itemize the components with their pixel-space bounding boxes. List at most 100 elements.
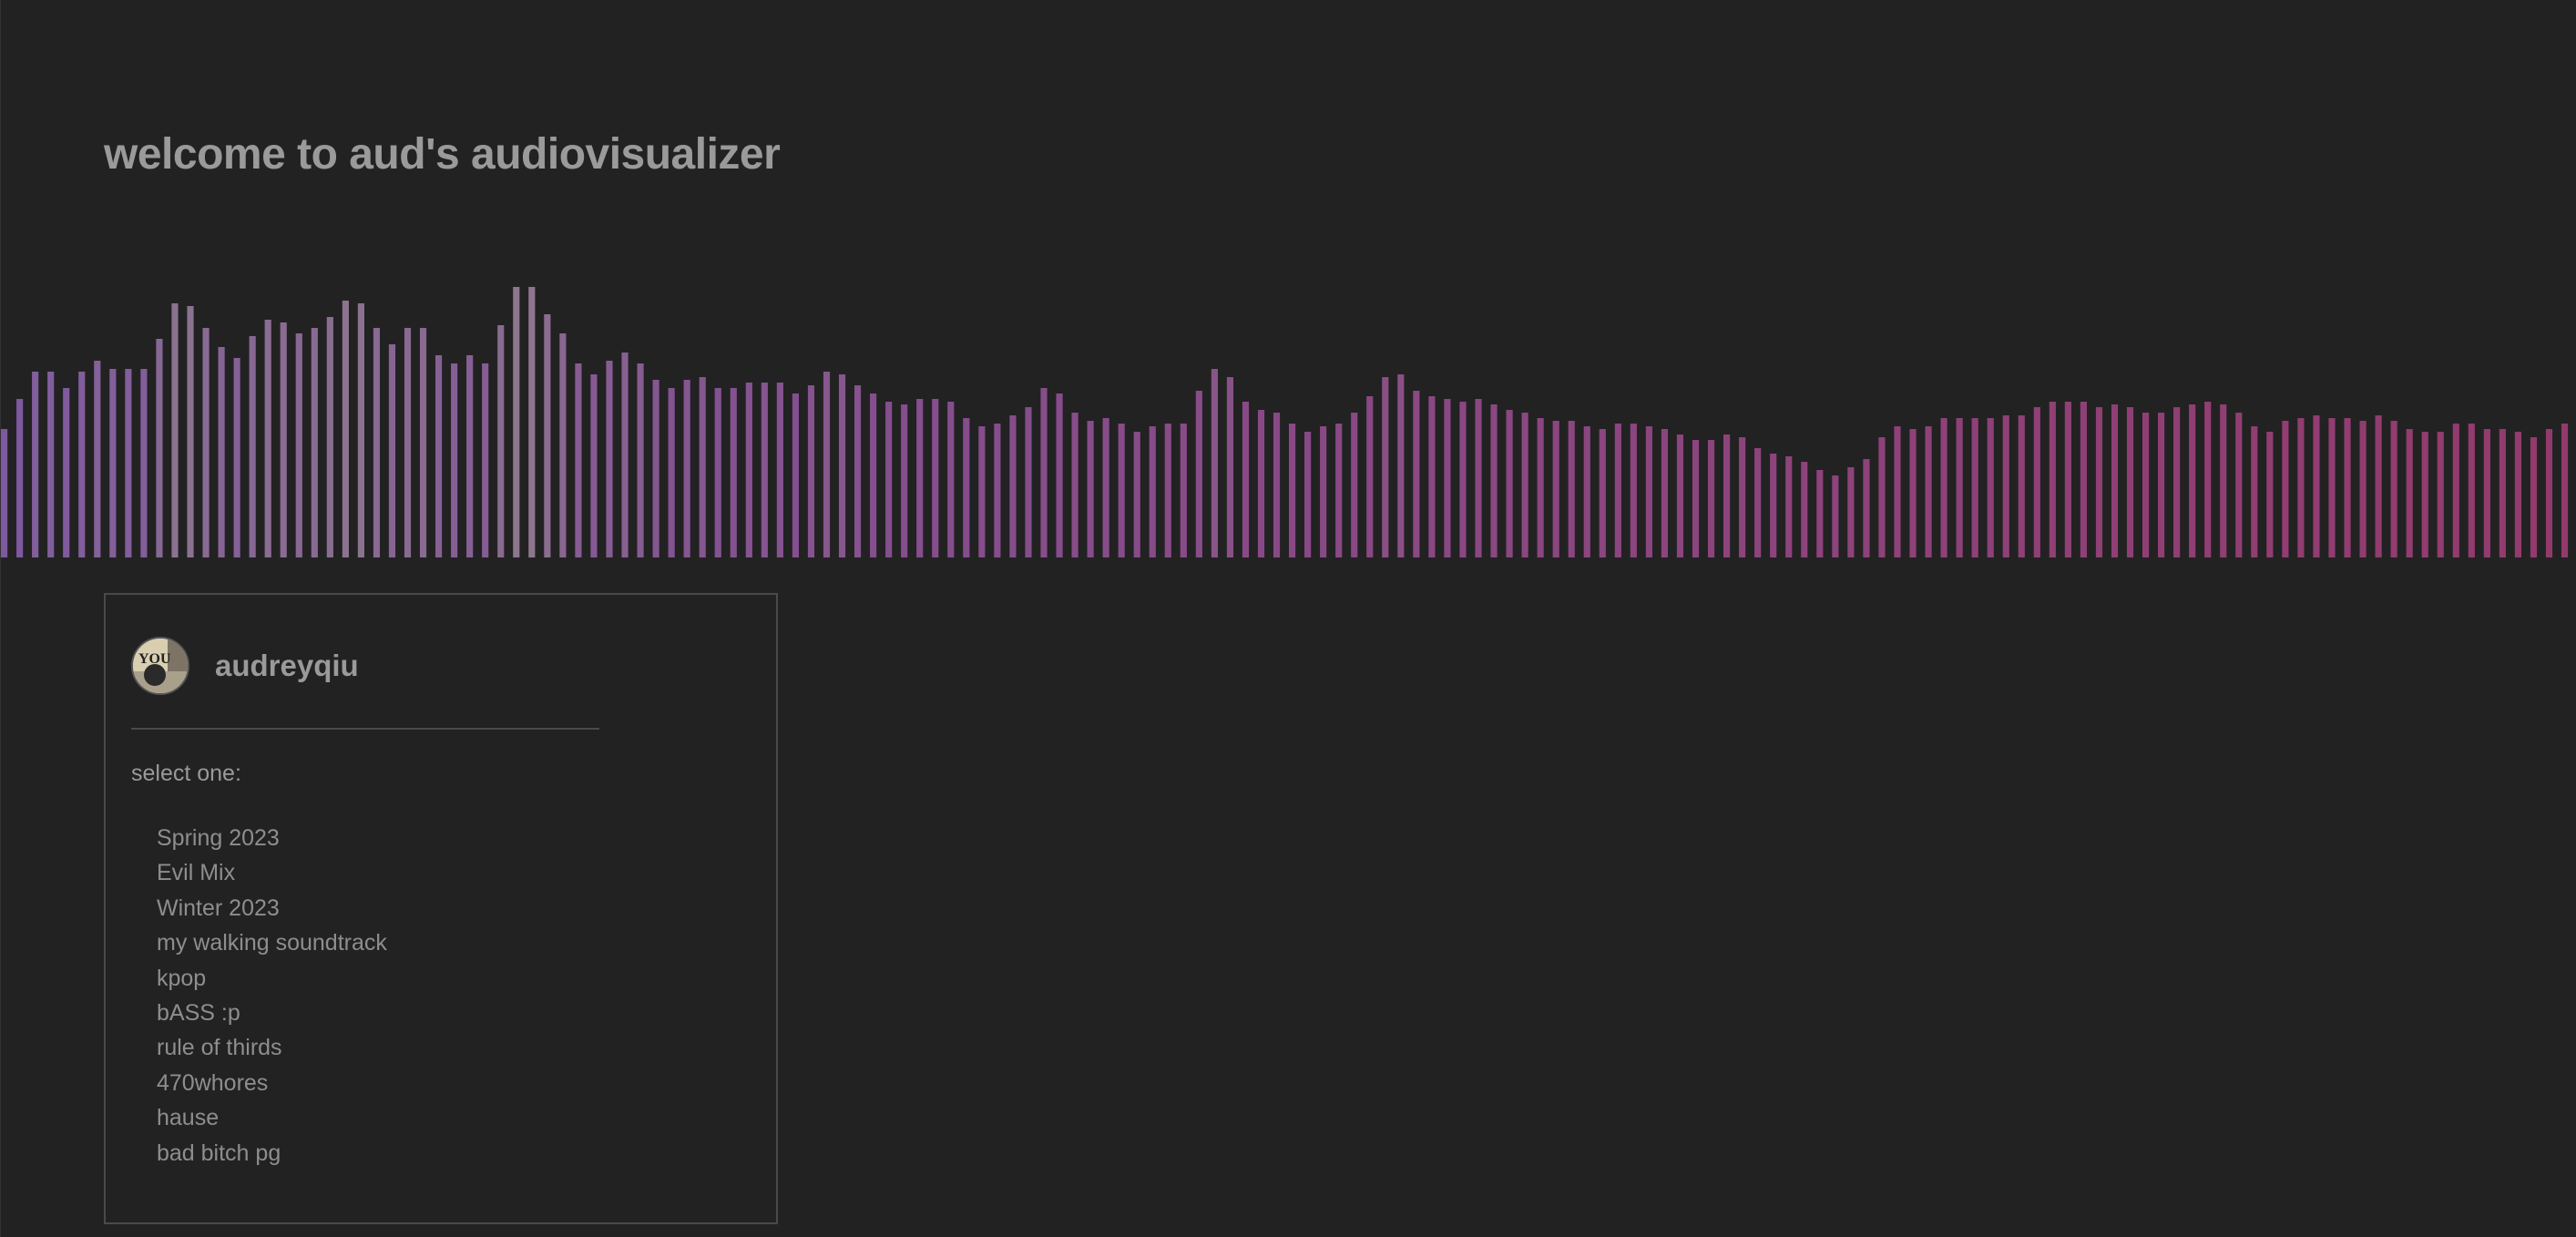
page-title: welcome to aud's audiovisualizer xyxy=(104,130,781,179)
visualizer-bar xyxy=(1195,391,1202,557)
playlist-item-my-walking-soundtrack[interactable]: my walking soundtrack xyxy=(157,925,387,960)
visualizer-bar xyxy=(807,385,815,557)
visualizer-bar xyxy=(1164,424,1171,557)
playlist-item-hause[interactable]: hause xyxy=(157,1100,387,1135)
visualizer-bar xyxy=(388,344,396,557)
visualizer-bar xyxy=(2158,413,2165,557)
visualizer-bar xyxy=(466,355,474,557)
visualizer-bar xyxy=(1506,410,1513,557)
playlist-item-kpop[interactable]: kpop xyxy=(157,961,387,996)
visualizer-bar xyxy=(1770,454,1777,557)
visualizer-bar xyxy=(1211,369,1218,557)
avatar: YOU xyxy=(131,637,189,695)
visualizer-bar xyxy=(2002,415,2009,557)
visualizer-bar xyxy=(838,374,846,557)
visualizer-bar xyxy=(2359,421,2366,557)
visualizer-bar xyxy=(1413,391,1420,557)
playlist-item-bass[interactable]: bASS :p xyxy=(157,996,387,1030)
visualizer-bar xyxy=(2064,402,2071,557)
divider xyxy=(131,728,599,730)
visualizer-bar xyxy=(451,363,458,557)
visualizer-bar xyxy=(202,328,210,557)
visualizer-bar xyxy=(1335,424,1343,557)
visualizer-bar xyxy=(730,388,737,557)
playlist-item-bad-bitch-pg[interactable]: bad bitch pg xyxy=(157,1136,387,1171)
avatar-text: YOU xyxy=(138,651,171,667)
visualizer-bar xyxy=(2452,424,2459,557)
visualizer-bar xyxy=(16,399,24,557)
visualizer-bar xyxy=(916,399,924,557)
visualizer-bar xyxy=(140,369,148,557)
visualizer-bar xyxy=(1118,424,1125,557)
visualizer-bar xyxy=(1,429,8,557)
visualizer-bar xyxy=(1816,470,1824,557)
visualizer-bar xyxy=(637,363,644,557)
visualizer-bar xyxy=(2173,407,2181,557)
visualizer-bar xyxy=(2095,407,2103,557)
visualizer-bar xyxy=(1785,456,1793,557)
visualizer-bar xyxy=(1242,402,1250,557)
playlist-item-evil-mix[interactable]: Evil Mix xyxy=(157,855,387,890)
visualizer-bar xyxy=(218,347,225,557)
visualizer-bar xyxy=(2297,418,2305,557)
visualizer-bar xyxy=(870,394,877,557)
visualizer-bar xyxy=(2018,415,2025,557)
visualizer-bar xyxy=(1878,437,1886,557)
playlist-item-470whores[interactable]: 470whores xyxy=(157,1066,387,1100)
visualizer-bar xyxy=(885,402,893,557)
visualizer-bar xyxy=(404,328,412,557)
visualizer-bar xyxy=(2049,402,2056,557)
visualizer-bar xyxy=(575,363,582,557)
visualizer-bar xyxy=(2328,418,2336,557)
visualizer-bar xyxy=(187,306,194,557)
visualizer-bar xyxy=(109,369,117,557)
visualizer-bar xyxy=(2437,432,2444,557)
visualizer-bar xyxy=(1226,377,1234,557)
visualizer-bar xyxy=(482,363,489,557)
visualizer-bar xyxy=(1475,399,1482,557)
visualizer-bar xyxy=(1459,402,1467,557)
visualizer-bar xyxy=(978,426,986,557)
visualizer-bar xyxy=(1583,426,1590,557)
playlist-item-rule-of-thirds[interactable]: rule of thirds xyxy=(157,1030,387,1065)
visualizer-bar xyxy=(2406,429,2413,557)
visualizer-bar xyxy=(2421,432,2428,557)
visualizer-bar xyxy=(1909,429,1917,557)
visualizer-bar xyxy=(2235,413,2243,557)
username: audreyqiu xyxy=(215,649,359,682)
visualizer-bar xyxy=(1382,377,1389,557)
visualizer-bar xyxy=(2483,429,2490,557)
visualizer-bar xyxy=(264,320,271,557)
visualizer-bar xyxy=(1956,418,1963,557)
visualizer-bar xyxy=(1832,475,1839,557)
playlist-item-spring-2023[interactable]: Spring 2023 xyxy=(157,821,387,855)
visualizer-bar xyxy=(125,369,132,557)
visualizer-bar xyxy=(1801,462,1808,557)
visualizer-bar xyxy=(2375,415,2382,557)
visualizer-bar xyxy=(590,374,598,557)
visualizer-bar xyxy=(1257,410,1265,557)
visualizer-bar xyxy=(311,328,318,557)
visualizer-bar xyxy=(1071,413,1078,557)
visualizer-bar xyxy=(947,402,955,557)
visualizer-bar xyxy=(497,325,505,557)
visualizer-bar xyxy=(2344,418,2351,557)
visualizer-bar xyxy=(2390,421,2397,557)
visualizer-bar xyxy=(280,322,287,557)
visualizer-bar xyxy=(823,372,831,557)
playlist-item-winter-2023[interactable]: Winter 2023 xyxy=(157,891,387,925)
audio-visualizer xyxy=(1,287,2569,557)
visualizer-bar xyxy=(2499,429,2506,557)
visualizer-bar xyxy=(1645,426,1652,557)
visualizer-bar xyxy=(156,339,163,557)
visualizer-bar xyxy=(932,399,939,557)
visualizer-bar xyxy=(1428,396,1436,557)
visualizer-bar xyxy=(1676,434,1684,557)
visualizer-bar xyxy=(1537,418,1544,557)
visualizer-bar xyxy=(94,361,101,557)
visualizer-bar xyxy=(714,388,721,557)
visualizer-bar xyxy=(1723,434,1731,557)
visualizer-bar xyxy=(2204,402,2212,557)
visualizer-bar xyxy=(2313,415,2320,557)
visualizer-bar xyxy=(1087,421,1094,557)
